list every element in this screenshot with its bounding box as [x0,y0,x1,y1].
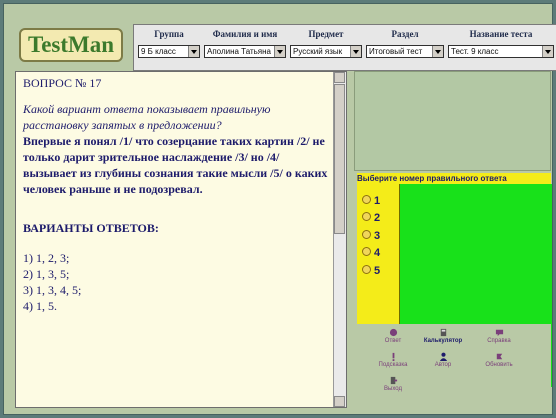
answer-button[interactable]: Ответ [368,328,418,344]
answer-icon [389,328,397,337]
hint-button[interactable]: Подсказка [368,352,418,368]
exit-button-label: Выход [384,386,402,392]
exit-icon [390,376,397,385]
answer-choice-3[interactable]: 3 [362,229,380,243]
help-button[interactable]: Справка [474,328,524,344]
filter-group-label: Группа [154,29,184,39]
answer-variant: 2) 1, 3, 5; [23,267,70,281]
answer-title: Выберите номер правильного ответа [357,173,551,184]
section-select-value: Итоговый тест [369,47,423,56]
author-button-label: Автор [434,362,452,368]
question-prompt: Какой вариант ответа показывает правильн… [23,102,271,132]
refresh-button[interactable]: Обновить [474,352,524,368]
test-select[interactable]: Тест. 9 класс [448,45,554,58]
hint-button-label: Подсказка [378,362,408,368]
radio-icon[interactable] [362,195,371,204]
group-select[interactable]: 9 Б класс [138,45,200,58]
chevron-down-icon[interactable] [274,46,285,57]
exit-button[interactable]: Выход [368,376,418,392]
answer-choice-label: 5 [374,265,381,277]
question-content: ВОПРОС № 17 Какой вариант ответа показыв… [23,76,335,314]
answer-button-label: Ответ [384,338,402,344]
refresh-icon [496,353,502,360]
answer-choice-2[interactable]: 2 [362,211,380,225]
refresh-button-label: Обновить [485,362,513,368]
filter-subject-label: Предмет [308,29,344,39]
hint-icon [392,352,394,361]
filter-name: Фамилия и имя Аполина Татьяна [204,29,286,58]
filter-group: Группа 9 Б класс [138,29,200,58]
author-button[interactable]: Автор [418,352,468,368]
name-select[interactable]: Аполина Татьяна [204,45,286,58]
header: TestMan Группа 9 Б класс Фамилия и имя А… [13,13,556,71]
scroll-up-button[interactable] [334,72,345,83]
subject-select-value: Русский язык [293,47,343,56]
answer-choice-label: 1 [374,195,381,207]
author-icon [439,352,447,361]
help-button-label: Справка [487,338,511,344]
scroll-down-button[interactable] [334,396,345,407]
radio-icon[interactable] [362,265,371,274]
radio-icon[interactable] [362,212,371,221]
calculator-button-label: Калькулятор [423,338,463,344]
filter-section-label: Раздел [391,29,419,39]
toolbar: Ответ Калькулятор Справка Подсказка Авто… [354,324,551,408]
answer-header-area [354,71,551,171]
radio-icon[interactable] [362,230,371,239]
scroll-thumb[interactable] [334,84,345,234]
right-panel: Выберите номер правильного ответа 1 2 3 … [354,71,552,408]
group-select-value: 9 Б класс [141,47,176,56]
section-select[interactable]: Итоговый тест [366,45,444,58]
answer-choice-label: 2 [374,212,381,224]
answer-choice-1[interactable]: 1 [362,194,380,208]
help-icon [495,329,503,337]
question-panel: ВОПРОС № 17 Какой вариант ответа показыв… [15,71,347,408]
answer-choice-label: 4 [374,247,381,259]
question-body: Впервые я понял /1/ что созерцание таких… [23,134,328,196]
filter-bar: Группа 9 Б класс Фамилия и имя Аполина Т… [133,24,556,71]
variants-heading: ВАРИАНТЫ ОТВЕТОВ: [23,221,159,235]
chevron-down-icon[interactable] [432,46,443,57]
radio-icon[interactable] [362,247,371,256]
filter-name-label: Фамилия и имя [212,29,278,39]
filter-section: Раздел Итоговый тест [366,29,444,58]
answer-choice-5[interactable]: 5 [362,264,380,278]
subject-select[interactable]: Русский язык [290,45,362,58]
chevron-down-icon[interactable] [542,46,553,57]
answer-variant: 3) 1, 3, 4, 5; [23,283,82,297]
name-select-value: Аполина Татьяна [207,47,271,56]
answer-variant: 4) 1, 5. [23,299,57,313]
filter-subject: Предмет Русский язык [290,29,362,58]
app-window: TestMan Группа 9 Б класс Фамилия и имя А… [3,3,556,415]
calculator-button[interactable]: Калькулятор [418,328,468,344]
calculator-icon [440,328,446,337]
app-logo: TestMan [19,28,123,62]
filter-test-label: Название теста [469,29,533,39]
chevron-down-icon[interactable] [350,46,361,57]
question-number: ВОПРОС № 17 [23,76,102,90]
answer-choice-4[interactable]: 4 [362,246,380,260]
answer-choice-label: 3 [374,230,381,242]
test-select-value: Тест. 9 класс [451,47,499,56]
chevron-down-icon[interactable] [188,46,199,57]
filter-test: Название теста Тест. 9 класс [448,29,554,58]
question-scrollbar[interactable] [333,72,346,407]
answer-variant: 1) 1, 2, 3; [23,251,70,265]
